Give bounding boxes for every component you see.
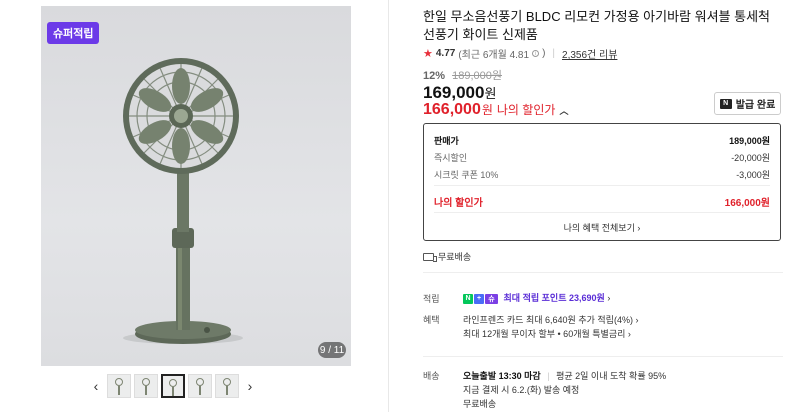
instant-discount-line: 즉시할인 -20,000원: [434, 151, 770, 164]
divider: [423, 272, 783, 273]
all-benefits-label: 나의 혜택 전체보기: [563, 223, 635, 233]
my-discount-label: 나의 할인가: [434, 198, 483, 209]
thumbnail[interactable]: [215, 374, 239, 398]
today-ship-text: 오늘출발 13:30 마감: [463, 371, 541, 381]
rating-recent: (최근 6개월 4.81: [458, 50, 530, 61]
naver-pay-icon: N: [463, 293, 473, 304]
star-icon: ★: [423, 48, 433, 60]
price-breakdown-box: 판매가 189,000원 즉시할인 -20,000원 시크릿 쿠폰 10% -3…: [423, 123, 781, 241]
delivery-free-row: 무료배송: [463, 399, 497, 409]
points-row[interactable]: N + 슈 최대 적립 포인트 23,690원 ›: [463, 291, 610, 304]
plus-icon: +: [474, 293, 484, 304]
truck-icon: [423, 252, 437, 262]
delivery-label: 배송: [423, 371, 440, 381]
thumbnail-strip: ‹ ›: [88, 374, 258, 398]
super-points-badge: 슈퍼적립: [47, 22, 100, 44]
today-ship-row: 오늘출발 13:30 마감 | 평균 2일 이내 도착 확률 95%: [463, 369, 666, 382]
divider: |: [547, 371, 550, 381]
product-title: 한일 무소음선풍기 BLDC 리모컨 가정용 아기바람 워셔블 통세척 선풍기 …: [423, 9, 771, 42]
sale-value: 189,000원: [729, 136, 770, 146]
installment-row[interactable]: 최대 12개월 무이자 할부 • 60개월 특별금리 ›: [463, 327, 631, 340]
my-discount-value: 166,000원: [724, 198, 770, 209]
fan-image: [123, 58, 243, 344]
card-benefit-row[interactable]: 라인프렌즈 카드 최대 6,640원 추가 적립(4%) ›: [463, 313, 638, 326]
discount-rate: 12%: [423, 70, 446, 82]
divider: [434, 212, 770, 213]
info-icon[interactable]: i: [532, 50, 540, 57]
free-shipping-label: 무료배송: [438, 252, 472, 262]
chevron-right-icon: ›: [607, 293, 611, 303]
my-price: 166,000: [423, 101, 481, 118]
thumbnail[interactable]: [134, 374, 158, 398]
sale-price-line: 판매가 189,000원: [434, 134, 770, 147]
secret-coupon-line: 시크릿 쿠폰 10% -3,000원: [434, 168, 770, 181]
chevron-up-icon[interactable]: ︿: [559, 104, 568, 117]
next-thumb-arrow-icon[interactable]: ›: [242, 374, 258, 398]
my-price-label: 나의 할인가: [496, 103, 556, 117]
points-text: 최대 적립 포인트 23,690원: [503, 293, 605, 303]
thumbnail-active[interactable]: [161, 374, 185, 398]
points-label: 적립: [423, 294, 440, 304]
sale-price-unit: 원: [484, 86, 497, 101]
main-product-image[interactable]: 슈퍼적립: [41, 6, 351, 366]
sale-price: 169,000: [423, 83, 485, 102]
prev-thumb-arrow-icon[interactable]: ‹: [88, 374, 104, 398]
chevron-right-icon: ›: [635, 315, 639, 325]
sale-price-row: 169,000원: [423, 83, 496, 103]
coupon-button-label: 발급 완료: [735, 100, 776, 111]
my-price-row[interactable]: 166,000 원 나의 할인가 ︿: [423, 101, 568, 119]
thumbnail[interactable]: [107, 374, 131, 398]
divider: |: [552, 48, 556, 59]
coupon-value: -3,000원: [736, 170, 770, 180]
divider: [434, 185, 770, 186]
points-badges: N + 슈: [463, 293, 498, 304]
original-price-row: 12% 189,000원: [423, 67, 502, 83]
installment-text: 최대 12개월 무이자 할부 • 60개월 특별금리: [463, 329, 626, 339]
divider: [423, 356, 783, 357]
instant-value: -20,000원: [731, 153, 770, 163]
thumbnail[interactable]: [188, 374, 212, 398]
instant-label: 즉시할인: [434, 153, 468, 163]
rating-row: ★ 4.77 (최근 6개월 4.81 i ) | 2,356건 리뷰: [423, 46, 617, 61]
my-discount-line: 나의 할인가 166,000원: [434, 194, 770, 209]
super-icon: 슈: [485, 293, 498, 304]
my-price-unit: 원: [481, 103, 493, 117]
card-benefit-text: 라인프렌즈 카드 최대 6,640원 추가 적립(4%): [463, 315, 633, 325]
product-page: 슈퍼적립 9 / 11 ‹ › 한일 무소음선풍기 BLDC 리모컨 가정용 아…: [0, 0, 800, 412]
original-price: 189,000원: [452, 70, 502, 82]
column-divider: [388, 0, 389, 412]
chevron-right-icon: ›: [637, 223, 641, 233]
review-count-link[interactable]: 2,356건 리뷰: [562, 46, 617, 61]
chevron-right-icon: ›: [627, 329, 631, 339]
all-benefits-link[interactable]: 나의 혜택 전체보기 ›: [424, 221, 780, 234]
sale-label: 판매가: [434, 136, 459, 146]
free-shipping-row: 무료배송: [423, 250, 471, 263]
pay-now-row: 지금 결제 시 6.2.(화) 발송 예정: [463, 385, 580, 395]
rating-recent-close: ): [542, 48, 546, 59]
rating-score: 4.77: [435, 48, 456, 59]
arrival-text: 평균 2일 이내 도착 확률 95%: [556, 371, 667, 381]
benefits-label: 혜택: [423, 315, 440, 325]
coupon-issued-button[interactable]: N 발급 완료: [714, 92, 781, 115]
coupon-label: 시크릿 쿠폰 10%: [434, 170, 499, 180]
coupon-icon: N: [719, 98, 732, 109]
image-counter: 9 / 11: [318, 342, 346, 358]
